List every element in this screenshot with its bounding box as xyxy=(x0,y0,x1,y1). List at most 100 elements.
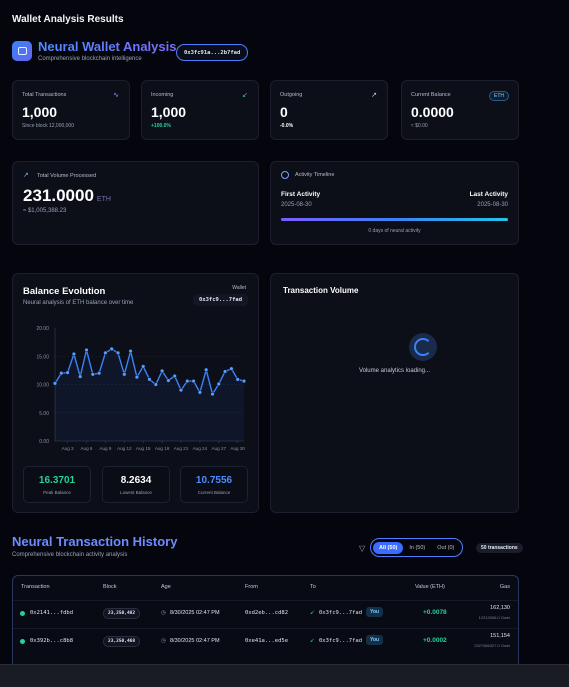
balance-data-point[interactable] xyxy=(59,371,64,376)
lowest-balance-value: 8.2634 xyxy=(120,475,152,486)
wallet-address-pill[interactable]: 0x3fc91a...2b7fad xyxy=(176,44,249,61)
you-badge: You xyxy=(366,607,384,617)
balance-data-point[interactable] xyxy=(185,378,190,384)
x-tick-label: Aug 21 xyxy=(174,446,189,451)
incoming-arrow-icon: ↙ xyxy=(310,638,315,644)
you-badge: You xyxy=(366,635,384,645)
x-tick-label: Aug 6 xyxy=(80,446,92,451)
wallet-icon xyxy=(12,41,32,61)
balance-data-point[interactable] xyxy=(96,371,102,376)
arrow-down-left-icon: ↙ xyxy=(242,92,248,99)
eth-badge: ETH xyxy=(489,91,509,101)
transaction-count-badge: 50 transactions xyxy=(476,543,523,553)
stat-sub: +100.0% xyxy=(151,123,171,129)
tx-from[interactable]: 0xe41a...ed5e xyxy=(245,638,288,644)
stat-sub: -0.0% xyxy=(280,123,294,129)
tx-value: +0.0078 xyxy=(423,609,447,616)
balance-data-point[interactable] xyxy=(172,373,177,379)
table-row[interactable]: 0x392b...c8b8 23,250,468 ◷ 8/30/2025 02:… xyxy=(13,628,518,652)
current-balance-label: Current Balance xyxy=(197,490,231,495)
stat-card-incoming: Incoming ↙ 1,000 +100.0% xyxy=(141,80,259,140)
activity-timeline-card: Activity Timeline First Activity Last Ac… xyxy=(270,161,519,245)
x-tick-label: Aug 12 xyxy=(117,446,132,451)
stat-value: 1,000 xyxy=(22,104,58,120)
tx-to[interactable]: 0x3fc9...7fad xyxy=(319,610,362,616)
gas-used: 151,154 xyxy=(490,633,510,639)
column-header: Transaction xyxy=(21,584,50,590)
balance-data-point[interactable] xyxy=(141,364,146,369)
gas-used: 162,130 xyxy=(490,605,510,611)
tx-value: +0.0002 xyxy=(423,637,447,644)
volume-usd: ≈ $1,005,388.23 xyxy=(23,208,67,214)
loading-spinner-icon xyxy=(409,333,437,361)
balance-data-point[interactable] xyxy=(134,375,140,380)
stat-label: Incoming xyxy=(151,92,174,98)
lowest-balance-card: 8.2634 Lowest Balance xyxy=(102,466,170,503)
first-activity-date: 2025-08-30 xyxy=(281,202,312,208)
x-tick-label: Aug 3 xyxy=(62,446,74,451)
balance-data-point[interactable] xyxy=(71,351,77,357)
filter-group: All (50) In (50) Out (0) xyxy=(370,538,464,557)
tx-from[interactable]: 0xd2eb...cd82 xyxy=(245,610,288,616)
balance-data-point[interactable] xyxy=(65,370,70,375)
history-subtitle: Comprehensive blockchain activity analys… xyxy=(12,552,128,558)
activity-icon: ∿ xyxy=(113,92,119,99)
balance-data-point[interactable] xyxy=(84,347,89,353)
clock-icon xyxy=(281,171,289,179)
balance-data-point[interactable] xyxy=(235,377,240,382)
total-volume-card: ↗ Total Volume Processed 231.0000 ETH ≈ $… xyxy=(12,161,259,245)
last-activity-label: Last Activity xyxy=(469,191,508,198)
balance-data-point[interactable] xyxy=(153,382,158,387)
transaction-table: Transaction Block Age From To Value (ETH… xyxy=(12,575,519,667)
balance-data-point[interactable] xyxy=(128,349,133,354)
balance-data-point[interactable] xyxy=(210,391,215,397)
balance-data-point[interactable] xyxy=(229,366,234,371)
tx-hash[interactable]: 0x2141...fdbd xyxy=(30,610,73,616)
tx-hash[interactable]: 0x392b...c8b8 xyxy=(30,638,73,644)
stat-sub: ≈ $0.00 xyxy=(411,123,428,129)
balance-data-point[interactable] xyxy=(191,378,196,384)
balance-evolution-card: Balance Evolution Neural analysis of ETH… xyxy=(12,273,259,513)
balance-data-point[interactable] xyxy=(122,372,127,377)
balance-data-point[interactable] xyxy=(178,388,184,393)
balance-data-point[interactable] xyxy=(109,346,114,352)
balance-data-point[interactable] xyxy=(78,374,83,379)
activity-days: 0 days of neural activity xyxy=(368,228,421,234)
balance-data-point[interactable] xyxy=(204,367,209,372)
horizontal-scrollbar[interactable] xyxy=(0,664,569,687)
tx-to[interactable]: 0x3fc9...7fad xyxy=(319,638,362,644)
block-number[interactable]: 23,250,482 xyxy=(103,608,141,619)
balance-data-point[interactable] xyxy=(115,350,121,356)
balance-data-point[interactable] xyxy=(216,381,221,387)
balance-data-point[interactable] xyxy=(52,381,58,386)
filter-icon: ▽ xyxy=(359,544,366,553)
x-tick-label: Aug 30 xyxy=(230,446,245,451)
filter-out-button[interactable]: Out (0) xyxy=(431,542,460,554)
balance-data-point[interactable] xyxy=(103,350,108,356)
stat-label: Total Transactions xyxy=(22,92,67,98)
balance-data-point[interactable] xyxy=(90,372,95,377)
filter-in-button[interactable]: In (50) xyxy=(403,542,431,554)
balance-data-point[interactable] xyxy=(159,368,165,374)
clock-icon: ◷ xyxy=(161,610,166,616)
stat-card-current-balance: Current Balance ETH 0.0000 ≈ $0.00 xyxy=(401,80,519,140)
transaction-volume-card: Transaction Volume Volume analytics load… xyxy=(270,273,519,513)
x-tick-label: Aug 24 xyxy=(193,446,208,451)
balance-data-point[interactable] xyxy=(166,378,171,383)
history-title: Neural Transaction History xyxy=(12,534,178,549)
filter-all-button[interactable]: All (50) xyxy=(373,541,404,554)
wallet-header: Neural Wallet Analysis Comprehensive blo… xyxy=(12,40,176,62)
table-row[interactable]: 0x2141...fdbd 23,250,482 ◷ 8/30/2025 02:… xyxy=(13,600,518,624)
block-number[interactable]: 23,250,468 xyxy=(103,636,141,647)
volume-value: 231.0000 ETH xyxy=(23,186,111,205)
activity-progress-bar xyxy=(281,218,508,221)
x-tick-label: Aug 18 xyxy=(155,446,170,451)
balance-data-point[interactable] xyxy=(241,378,247,384)
peak-balance-value: 16.3701 xyxy=(38,475,76,486)
tx-age: 8/30/2025 02:47 PM xyxy=(170,610,220,616)
balance-data-point[interactable] xyxy=(147,377,152,382)
column-header: Block xyxy=(103,584,117,590)
balance-data-point[interactable] xyxy=(222,369,228,374)
volume-unit: ETH xyxy=(96,196,111,203)
balance-data-point[interactable] xyxy=(197,390,203,395)
